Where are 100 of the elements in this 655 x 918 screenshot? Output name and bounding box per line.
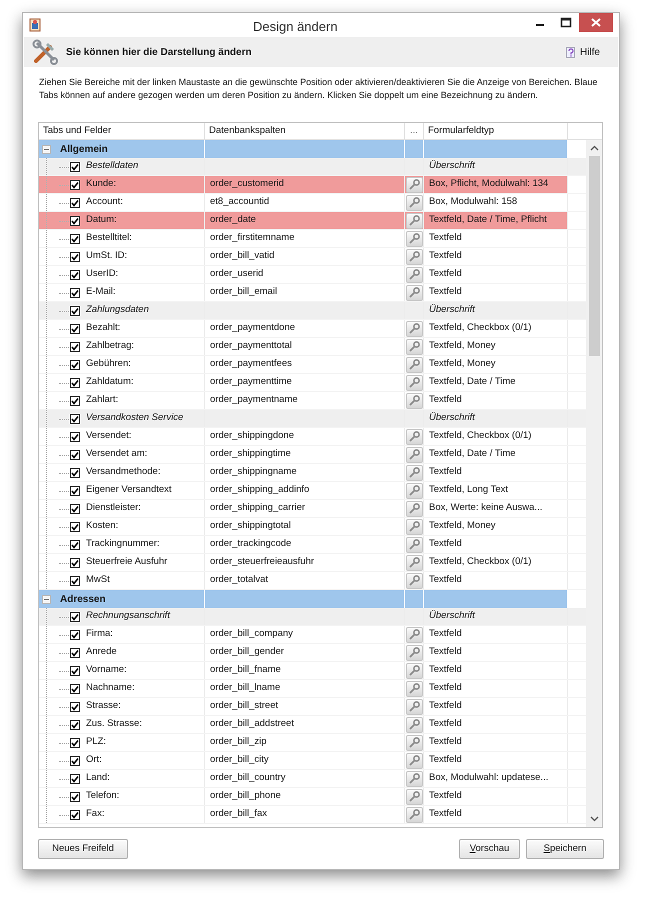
checkbox[interactable] — [70, 396, 80, 406]
field-label: PLZ: — [86, 735, 106, 750]
table-cell: Überschrift — [424, 410, 568, 427]
checkbox[interactable] — [70, 450, 80, 460]
field-label: E-Mail: — [86, 285, 116, 300]
field-label: Kosten: — [86, 519, 118, 534]
field-label: Anrede — [86, 645, 117, 660]
field-label: Zahldatum: — [86, 375, 134, 390]
scrollbar-thumb[interactable] — [588, 156, 600, 356]
checkbox[interactable] — [70, 648, 80, 658]
table-cell: Textfeld, Date / Time, Pflicht — [424, 212, 568, 229]
table-cell: order_date — [205, 212, 405, 229]
description-text: Ziehen Sie Bereiche mit der linken Maustaste an die gewünschte Position oder aktivieren/deaktivieren Sie die Anzeige von Bereichen. Blaue Tabs können auf andere gezogen werden um deren Position zu ändern. Klicken Sie doppelt um eine Bezeichnung zu ändern. — [39, 76, 598, 102]
field-label: Kunde: — [86, 177, 116, 192]
field-label: Dienstleister: — [86, 501, 141, 516]
app-icon — [29, 18, 41, 32]
table-cell: Überschrift — [424, 158, 568, 175]
field-label: Vorname: — [86, 663, 127, 678]
section-label: Bestelldaten — [86, 159, 138, 174]
checkbox[interactable] — [70, 216, 80, 226]
checkbox[interactable] — [70, 180, 80, 190]
table-cell: order_customerid — [205, 176, 405, 193]
minus-icon — [44, 596, 49, 602]
checkbox[interactable] — [70, 288, 80, 298]
field-label: Account: — [86, 195, 123, 210]
field-label: Telefon: — [86, 789, 120, 804]
checkbox[interactable] — [70, 558, 80, 568]
action-button[interactable]: Speichern — [526, 839, 604, 859]
action-button[interactable]: Neues Freifeld — [38, 839, 128, 859]
checkbox[interactable] — [70, 720, 80, 730]
checkbox[interactable] — [70, 162, 80, 172]
expander-toggle[interactable] — [42, 144, 51, 154]
field-label: Gebühren: — [86, 357, 131, 372]
field-label: Versendet: — [86, 429, 132, 444]
checkbox[interactable] — [70, 414, 80, 424]
checkbox[interactable] — [70, 684, 80, 694]
checkbox[interactable] — [70, 702, 80, 712]
checkbox[interactable] — [70, 738, 80, 748]
checkbox[interactable] — [70, 198, 80, 208]
field-label: Fax: — [86, 807, 104, 822]
column-header[interactable]: Tabs und Felder — [39, 123, 205, 139]
help-button[interactable]: Hilfe — [566, 44, 600, 60]
section-row[interactable]: Bestelldaten Überschrift — [39, 158, 586, 176]
checkbox[interactable] — [70, 234, 80, 244]
checkbox[interactable] — [70, 756, 80, 766]
checkbox[interactable] — [70, 540, 80, 550]
column-header[interactable]: ... — [405, 123, 424, 139]
field-label: Nachname: — [86, 681, 135, 696]
group-label[interactable]: Allgemein — [60, 142, 108, 156]
checkbox[interactable] — [70, 522, 80, 532]
checkbox[interactable] — [70, 630, 80, 640]
checkbox[interactable] — [70, 810, 80, 820]
field-label: Steuerfreie Ausfuhr — [86, 555, 168, 570]
field-label: Zus. Strasse: — [86, 717, 142, 732]
field-label: Versendet am: — [86, 447, 148, 462]
checkbox[interactable] — [70, 432, 80, 442]
help-icon — [566, 46, 577, 58]
checkbox[interactable] — [70, 306, 80, 316]
field-label: Datum: — [86, 213, 117, 228]
checkbox[interactable] — [70, 504, 80, 514]
field-label: Land: — [86, 771, 110, 786]
checkbox[interactable] — [70, 774, 80, 784]
expander-toggle[interactable] — [42, 594, 51, 604]
checkbox[interactable] — [70, 666, 80, 676]
checkbox[interactable] — [70, 468, 80, 478]
table-cell: Überschrift — [424, 608, 568, 625]
tools-icon — [32, 39, 58, 65]
close-button[interactable] — [579, 13, 613, 32]
checkbox[interactable] — [70, 792, 80, 802]
field-label: Eigener Versandtext — [86, 483, 172, 498]
table-cell: Box, Pflicht, Modulwahl: 134 — [424, 176, 568, 193]
scroll-up-icon[interactable] — [590, 145, 598, 151]
checkbox[interactable] — [70, 612, 80, 622]
scroll-down-icon[interactable] — [590, 816, 598, 822]
checkbox[interactable] — [70, 252, 80, 262]
column-header[interactable]: Formularfeldtyp — [424, 123, 568, 139]
field-label: Zahlbetrag: — [86, 339, 134, 354]
field-label: Firma: — [86, 627, 113, 642]
checkbox[interactable] — [70, 342, 80, 352]
checkbox[interactable] — [70, 270, 80, 280]
checkbox[interactable] — [70, 324, 80, 334]
scrollbar[interactable] — [586, 140, 602, 827]
group-label[interactable]: Adressen — [60, 592, 106, 606]
field-label: UserID: — [86, 267, 118, 282]
column-header[interactable]: Datenbankspalten — [205, 123, 405, 139]
section-row[interactable]: Zahlungsdaten Überschrift — [39, 302, 586, 320]
checkbox[interactable] — [70, 576, 80, 586]
table-cell: Überschrift — [424, 302, 568, 319]
checkbox[interactable] — [70, 360, 80, 370]
field-label: Bezahlt: — [86, 321, 120, 336]
checkbox[interactable] — [70, 486, 80, 496]
checkbox[interactable] — [70, 378, 80, 388]
field-label: UmSt. ID: — [86, 249, 128, 264]
section-row[interactable]: Versandkosten Service Überschrift — [39, 410, 586, 428]
field-label: Bestelltitel: — [86, 231, 132, 246]
section-row[interactable]: Rechnungsanschrift Überschrift — [39, 608, 586, 626]
field-label: Ort: — [86, 753, 102, 768]
action-button[interactable]: Vorschau — [459, 839, 520, 859]
window-title: Design ändern — [253, 18, 338, 36]
field-label: MwSt — [86, 573, 110, 588]
